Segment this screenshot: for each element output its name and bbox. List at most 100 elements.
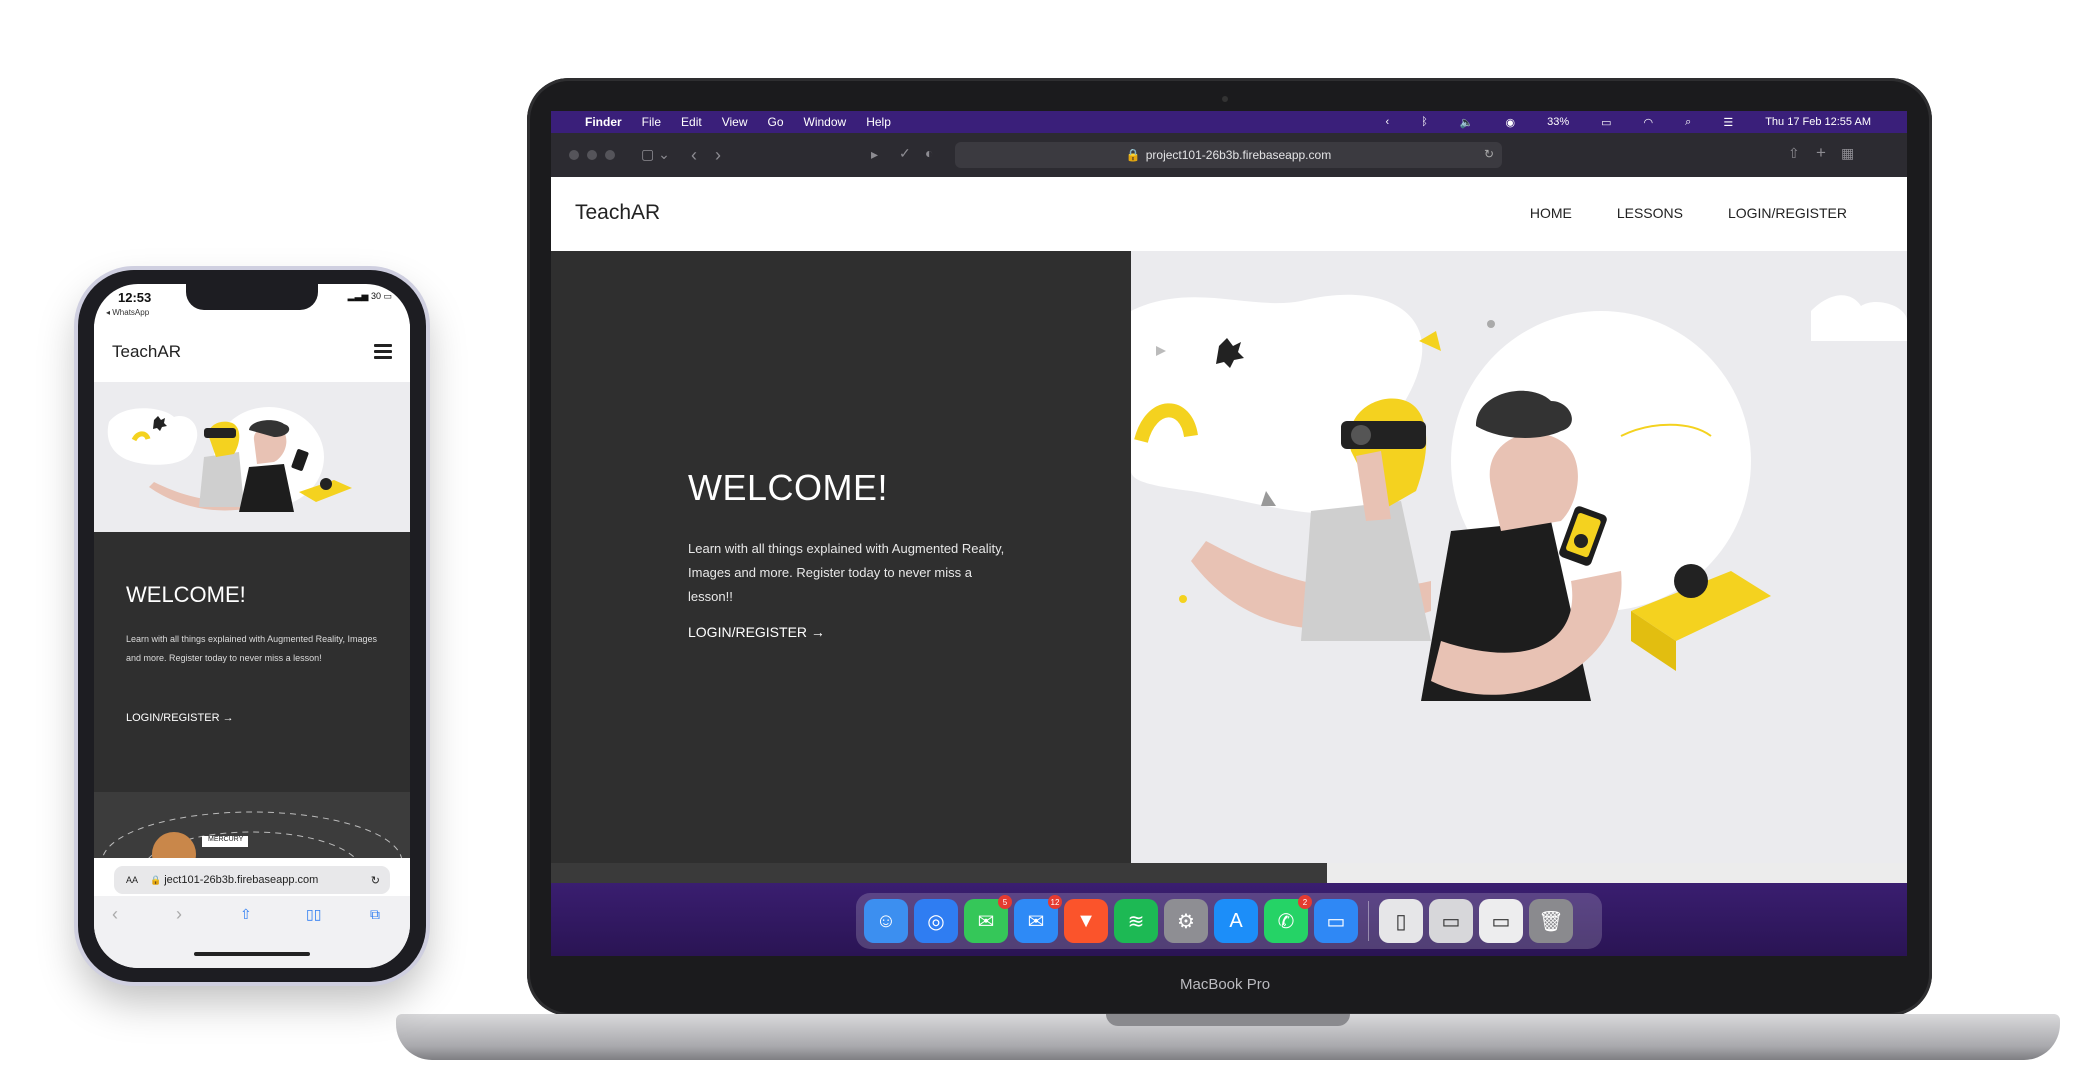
webpage: TeachAR HOME LESSONS LOGIN/REGISTER WELC… [551,177,1907,956]
mobile-site-header: TeachAR [94,324,410,383]
wifi-icon[interactable]: ◠ [1644,116,1654,129]
phone-screen: 12:53 ◂ WhatsApp ▂▃▅ 30 ▭ TeachAR WELCOM… [94,284,410,968]
address-bar[interactable]: 🔒 project101-26b3b.firebaseapp.com ↻ [955,142,1502,168]
keynote-icon[interactable]: ▭ [1314,899,1358,943]
share-icon[interactable]: ⇧ [1788,145,1800,162]
lock-icon: 🔒 [1125,148,1141,162]
forward-button[interactable]: › [715,145,721,166]
planet-label: MERCURY [208,836,244,843]
tab-overview-icon[interactable]: ▦ [1841,145,1854,162]
shield-icon[interactable]: ◐ [925,145,933,161]
site-nav: HOME LESSONS LOGIN/REGISTER [1530,205,1847,221]
close-window-button[interactable] [569,150,579,160]
phone-battery-percent: 30 [370,291,381,301]
safari-toolbar: ▢ ⌄ ‹ › ▸ ✓ ◐ 🔒 project101-26b3b.firebas… [551,133,1907,177]
brave-icon[interactable]: ▼ [1064,899,1108,943]
reader-text-size-button[interactable]: AA [126,875,138,885]
minimized-window-1-icon[interactable]: ▭ [1429,899,1473,943]
menu-file[interactable]: File [642,115,661,129]
address-bar-url: project101-26b3b.firebaseapp.com [1145,148,1332,162]
laptop-opening-notch [1106,1014,1350,1026]
nav-home[interactable]: HOME [1530,205,1572,221]
mobile-bookmarks-icon[interactable]: ▯▯ [306,906,321,923]
checkmark-extension-icon[interactable]: ✓ [899,145,911,162]
extension-icon[interactable]: ▸ [871,146,878,163]
nav-login-register[interactable]: LOGIN/REGISTER [1728,205,1847,221]
screen-record-icon[interactable]: ◉ [1506,116,1516,129]
new-tab-icon[interactable]: + [1816,143,1826,163]
device-label: MacBook Pro [1180,976,1271,993]
hero-illustration [1131,251,1907,863]
menu-finder[interactable]: Finder [585,115,622,129]
home-indicator[interactable] [194,952,310,956]
hero-section: WELCOME! Learn with all things explained… [551,251,1131,863]
mobile-reload-icon[interactable]: ↻ [371,874,380,887]
desktop-wallpaper: ☺ ◎ ✉ 5 ✉ 12 ▼ ≋ ⚙ A ✆ 2 ▭ ▯ ▭ ▭ 🗑 [551,883,1907,956]
menu-view[interactable]: View [722,115,748,129]
mobile-back-icon[interactable]: ‹ [112,904,118,925]
zoom-window-button[interactable] [605,150,615,160]
spotlight-search-icon[interactable]: ⌕ [1685,116,1691,129]
mobile-forward-icon[interactable]: › [176,904,182,925]
galaxy-section-preview [551,863,1327,883]
solar-system-illustration [101,811,403,913]
cellular-signal-icon: ▂▃▅ [347,291,369,301]
document-icon[interactable]: ▯ [1379,899,1423,943]
battery-icon: ▭ [1601,116,1612,129]
menu-go[interactable]: Go [768,115,784,129]
menubar-clock[interactable]: Thu 17 Feb 12:55 AM [1765,116,1871,128]
back-button[interactable]: ‹ [691,145,697,166]
messages-icon[interactable]: ✉ 5 [964,895,1012,943]
volume-icon[interactable]: 🔈 [1460,116,1474,129]
ar-illustration [1131,294,1907,701]
mobile-site-logo[interactable]: TeachAR [112,342,181,362]
mail-badge: 12 [1048,895,1062,909]
menu-edit[interactable]: Edit [681,115,702,129]
reload-icon[interactable]: ↻ [1484,147,1494,161]
chevron-left-icon[interactable]: ‹ [1386,116,1390,128]
minimize-window-button[interactable] [587,150,597,160]
laptop-screen: Finder File Edit View Go Window Help ‹ ᛒ… [551,111,1907,956]
finder-icon[interactable]: ☺ [864,899,908,943]
app-store-icon[interactable]: A [1214,899,1258,943]
section-divider [1327,863,1907,883]
site-header: TeachAR HOME LESSONS LOGIN/REGISTER [551,177,1907,252]
sidebar-toggle-icon[interactable]: ▢ ⌄ [641,146,670,163]
mobile-hero-description: Learn with all things explained with Aug… [126,634,377,663]
whatsapp-badge: 2 [1298,895,1312,909]
trash-icon[interactable]: 🗑 [1529,899,1573,943]
mobile-hero-title: WELCOME! [126,582,246,607]
site-logo[interactable]: TeachAR [575,201,660,225]
mobile-login-register-link[interactable]: LOGIN/REGISTER → [126,712,234,724]
back-to-app-link[interactable]: ◂ WhatsApp [106,308,149,317]
laptop-camera [1222,96,1228,102]
nav-lessons[interactable]: LESSONS [1617,205,1683,221]
safari-icon[interactable]: ◎ [914,899,958,943]
mail-icon[interactable]: ✉ 12 [1014,895,1062,943]
hero-description: Learn with all things explained with Aug… [688,541,1005,604]
whatsapp-icon[interactable]: ✆ 2 [1264,895,1312,943]
mobile-address-bar[interactable]: AA 🔒 ject101-26b3b.firebaseapp.com ↻ [114,866,390,894]
spotify-icon[interactable]: ≋ [1114,899,1158,943]
phone-clock: 12:53 [118,290,152,305]
dock-divider [1368,901,1369,941]
mobile-ar-illustration [107,407,352,512]
mobile-address-url: ject101-26b3b.firebaseapp.com [164,874,319,886]
battery-percent[interactable]: 33% [1547,116,1569,128]
phone-status-icons: ▂▃▅ 30 ▭ [348,291,392,302]
hero-login-register-link[interactable]: LOGIN/REGISTER → [688,624,825,640]
mobile-galaxy-section: MERCURY [94,792,410,913]
control-center-icon[interactable]: ☰ [1723,116,1733,129]
minimized-window-2-icon[interactable]: ▭ [1479,899,1523,943]
bluetooth-icon[interactable]: ᛒ [1421,116,1428,128]
mac-dock: ☺ ◎ ✉ 5 ✉ 12 ▼ ≋ ⚙ A ✆ 2 ▭ ▯ ▭ ▭ 🗑 [856,893,1602,949]
mobile-share-icon[interactable]: ⇧ [240,906,252,923]
mobile-tabs-icon[interactable]: ⧉ [370,906,380,923]
hamburger-menu-icon[interactable] [374,344,392,360]
menu-help[interactable]: Help [866,115,891,129]
mac-menubar: Finder File Edit View Go Window Help ‹ ᛒ… [551,111,1907,133]
window-controls [569,150,615,160]
menu-window[interactable]: Window [804,115,847,129]
system-preferences-icon[interactable]: ⚙ [1164,899,1208,943]
messages-badge: 5 [998,895,1012,909]
